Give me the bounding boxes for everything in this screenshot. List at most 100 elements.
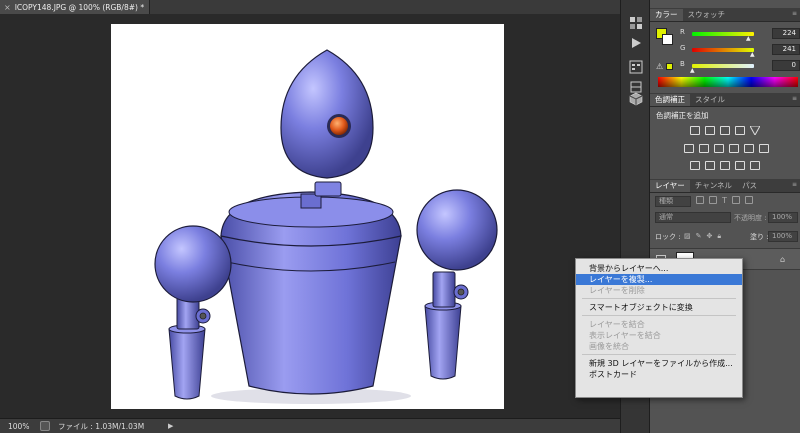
tab-styles[interactable]: スタイル	[690, 94, 730, 106]
context-menu-item[interactable]: 新規 3D レイヤーをファイルから作成...	[576, 358, 742, 369]
status-bar: 100% ファイル : 1.03M/1.03M ▶	[0, 418, 620, 433]
lock-icons: ▨ ✎ ✥ 🔒︎	[684, 232, 721, 241]
hue-saturation-icon[interactable]	[684, 144, 694, 153]
track-r[interactable]	[692, 32, 754, 36]
track-g[interactable]	[692, 48, 754, 52]
fill-field[interactable]: 100%	[768, 231, 798, 242]
layers-panel-tabs: レイヤー チャンネル パス ≡	[650, 179, 800, 193]
status-info-icon[interactable]	[40, 421, 50, 431]
filter-smart-icon[interactable]	[744, 196, 753, 204]
context-menu-item: 表示レイヤーを結合	[589, 331, 661, 340]
black-white-icon[interactable]	[714, 144, 724, 153]
lock-transparent-icon[interactable]: ▨	[684, 232, 691, 241]
adjustment-row-3	[690, 161, 760, 170]
panel-menu-icon[interactable]: ≡	[792, 10, 797, 17]
3d-cube-icon[interactable]	[627, 90, 645, 108]
slider-b[interactable]: B ▲ 0	[680, 60, 800, 74]
vibrance-icon[interactable]	[749, 125, 761, 137]
photoshop-window: × ICOPY148.JPG @ 100% (RGB/8#) * 100% ファ…	[0, 0, 800, 433]
menu-separator	[582, 298, 736, 299]
menu-separator	[582, 315, 736, 316]
filter-pixel-icon[interactable]	[696, 196, 704, 204]
tab-swatches[interactable]: スウォッチ	[683, 9, 731, 21]
context-menu-item[interactable]: レイヤーを複製...	[576, 274, 742, 285]
brightness-icon[interactable]	[690, 126, 700, 135]
status-menu-arrow-icon[interactable]: ▶	[168, 422, 178, 430]
fill-label: 塗り :	[750, 233, 769, 241]
filter-shape-icon[interactable]	[731, 196, 740, 204]
gamut-color-chip[interactable]	[666, 63, 673, 70]
document-title: ICOPY148.JPG @ 100% (RGB/8#) *	[14, 2, 145, 12]
tab-strip	[150, 0, 620, 14]
layer-filter-icons: T	[696, 196, 796, 207]
color-balance-icon[interactable]	[699, 144, 709, 153]
add-adjustment-label: 色調補正を追加	[656, 111, 709, 120]
photo-filter-icon[interactable]	[729, 144, 739, 153]
channel-label-r: R	[680, 28, 685, 36]
tab-adjustments[interactable]: 色調補正	[650, 94, 690, 106]
tab-layers[interactable]: レイヤー	[650, 180, 690, 192]
gamut-warning-icon[interactable]: ⚠	[656, 62, 663, 71]
context-menu-item[interactable]: スマートオブジェクトに変換	[576, 302, 742, 313]
color-spectrum-bar[interactable]	[658, 77, 798, 87]
tab-color[interactable]: カラー	[650, 9, 683, 21]
filter-adjust-icon[interactable]	[709, 196, 717, 204]
color-panel-icon[interactable]	[627, 14, 645, 32]
slider-g[interactable]: G ▲ 241	[680, 44, 800, 58]
invert-icon[interactable]	[690, 161, 700, 170]
color-lookup-icon[interactable]	[759, 144, 769, 153]
context-menu-item[interactable]: 背景からレイヤーへ...	[576, 263, 742, 274]
value-b[interactable]: 0	[772, 60, 800, 71]
selective-color-icon[interactable]	[750, 161, 760, 170]
adjustments-panel-tabs: 色調補正 スタイル ≡	[650, 93, 800, 107]
channel-label-b: B	[680, 60, 685, 68]
context-menu-item: レイヤーを結合	[589, 320, 645, 329]
robot-image	[154, 49, 498, 404]
panel-menu-icon[interactable]: ≡	[792, 95, 797, 102]
menu-separator	[582, 354, 736, 355]
color-panel-tabs: カラー スウォッチ ≡	[650, 8, 800, 22]
layer-filter-kind[interactable]: 種類	[655, 196, 691, 207]
value-g[interactable]: 241	[772, 44, 800, 55]
lock-paint-icon[interactable]: ✎	[696, 232, 702, 241]
layer-context-menu: 背景からレイヤーへ... レイヤーを複製... レイヤーを削除スマートオブジェクトに…	[575, 258, 743, 398]
tab-channels[interactable]: チャンネル	[690, 180, 737, 192]
context-menu-item[interactable]: ポストカード	[576, 369, 742, 380]
levels-icon[interactable]	[705, 126, 715, 135]
document-tab[interactable]: × ICOPY148.JPG @ 100% (RGB/8#) *	[0, 0, 150, 14]
posterize-icon[interactable]	[705, 161, 715, 170]
play-actions-icon[interactable]	[627, 34, 645, 52]
tab-paths[interactable]: パス	[737, 180, 762, 192]
thumb-b-icon[interactable]: ▲	[690, 67, 695, 74]
adjustment-row-1	[690, 125, 761, 137]
panel-menu-icon[interactable]: ≡	[792, 181, 797, 188]
zoom-level[interactable]: 100%	[0, 422, 40, 431]
curves-icon[interactable]	[720, 126, 730, 135]
lock-all-icon[interactable]: 🔒︎	[717, 232, 721, 241]
track-b[interactable]	[692, 64, 754, 68]
thumb-g-icon[interactable]: ▲	[750, 51, 755, 58]
lock-label: ロック :	[655, 233, 681, 241]
properties-icon[interactable]	[627, 58, 645, 76]
adjustment-row-2	[684, 144, 769, 153]
close-tab-icon[interactable]: ×	[4, 3, 11, 12]
slider-r[interactable]: R ▲ 224	[680, 28, 800, 42]
file-size: ファイル : 1.03M/1.03M	[58, 421, 145, 431]
channel-label-g: G	[680, 44, 686, 52]
document-canvas[interactable]	[111, 24, 504, 409]
opacity-field[interactable]: 100%	[768, 212, 798, 223]
context-menu-item: 画像を統合	[589, 342, 629, 351]
background-color-swatch[interactable]	[662, 34, 673, 45]
exposure-icon[interactable]	[735, 126, 745, 135]
channel-mixer-icon[interactable]	[744, 144, 754, 153]
thumb-r-icon[interactable]: ▲	[746, 35, 751, 42]
value-r[interactable]: 224	[772, 28, 800, 39]
filter-type-icon[interactable]: T	[722, 196, 727, 207]
context-menu-item: レイヤーを削除	[589, 286, 645, 295]
blend-mode-select[interactable]: 通常	[655, 212, 731, 223]
layer-lock-icon[interactable]: ⌂	[780, 255, 785, 264]
threshold-icon[interactable]	[720, 161, 730, 170]
opacity-label: 不透明度 :	[734, 214, 767, 222]
lock-move-icon[interactable]: ✥	[707, 232, 713, 241]
gradient-map-icon[interactable]	[735, 161, 745, 170]
